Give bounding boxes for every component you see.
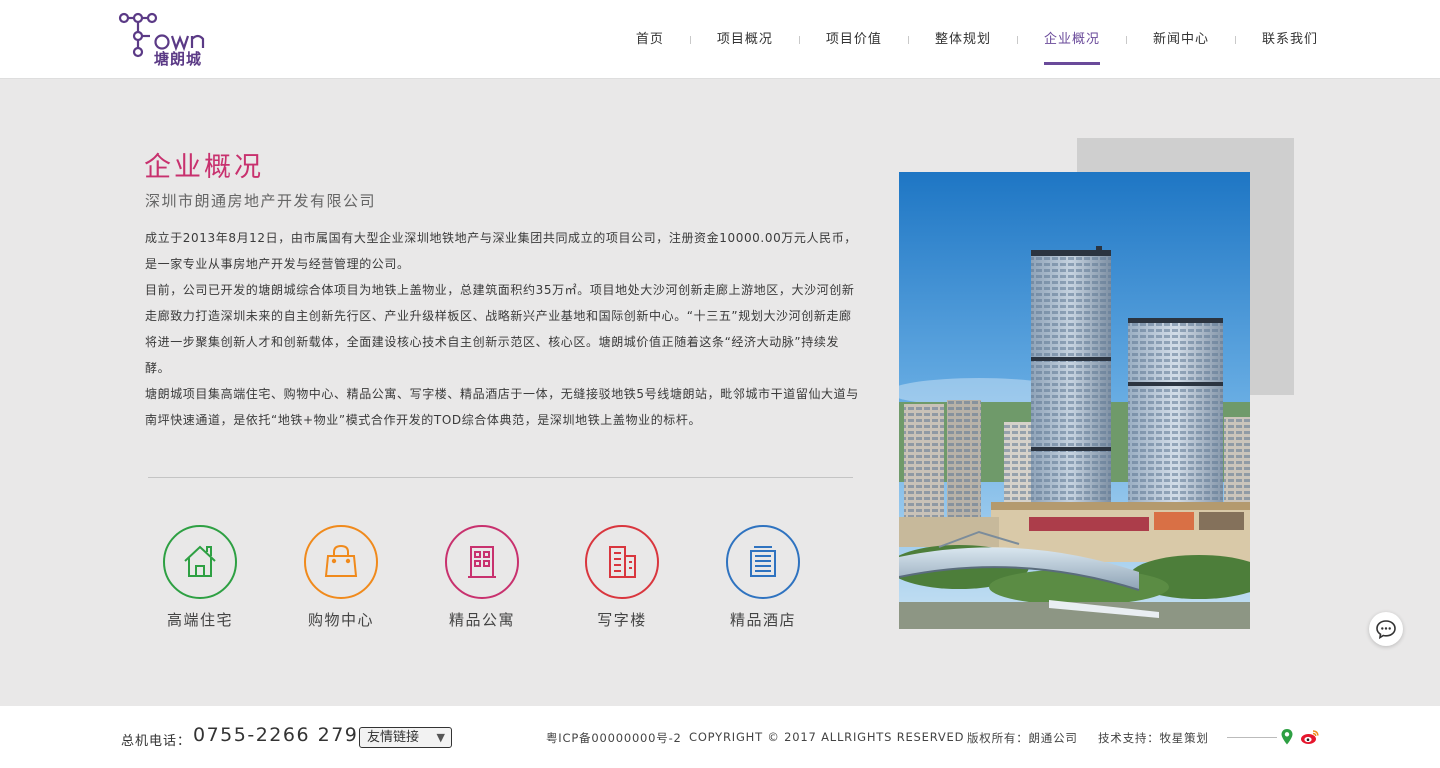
feature-luxury-residence[interactable]: 高端住宅 [163, 525, 237, 630]
nav-item-label: 整体规划 [934, 32, 991, 47]
footer-divider-line [1227, 737, 1277, 738]
office-building-icon [585, 525, 659, 599]
dropdown-label: 友情链接 [367, 730, 420, 745]
feature-office-building[interactable]: 写字楼 [585, 525, 659, 630]
friendly-links-dropdown[interactable]: 友情链接 ▼ [359, 727, 452, 748]
section-divider [148, 477, 853, 478]
feature-label: 写字楼 [597, 611, 647, 629]
house-icon [163, 525, 237, 599]
map-pin-icon[interactable] [1280, 728, 1298, 746]
nav-item-label: 项目概况 [716, 32, 773, 47]
caret-down-icon: ▼ [436, 731, 445, 744]
feature-list: 高端住宅 购物中心 精品公寓 写字楼 精品酒店 [163, 525, 863, 635]
feature-shopping-center[interactable]: 购物中心 [304, 525, 378, 630]
nav-item-master-plan[interactable]: 整体规划 [909, 0, 1017, 79]
site-header: 塘朗城 首页 项目概况 项目价值 整体规划 企业概况 新闻中心 联系我们 [0, 0, 1440, 79]
shopping-bag-icon [304, 525, 378, 599]
nav-item-project-overview[interactable]: 项目概况 [691, 0, 799, 79]
feature-label: 精品公寓 [448, 611, 515, 629]
feature-boutique-apartment[interactable]: 精品公寓 [445, 525, 519, 630]
nav-item-label: 首页 [635, 32, 664, 47]
feature-label: 高端住宅 [166, 611, 233, 629]
description-paragraph: 成立于2013年8月12日，由市属国有大型企业深圳地铁地产与深业集团共同成立的项… [145, 231, 857, 271]
nav-item-label: 企业概况 [1043, 32, 1100, 47]
rights-text: 版权所有：朗通公司 [967, 731, 1078, 745]
feature-boutique-hotel[interactable]: 精品酒店 [726, 525, 800, 630]
phone-label: 总机电话： [121, 734, 192, 749]
site-footer: 总机电话： 0755-2266 2799 友情链接 ▼ 粤ICP备0000000… [0, 706, 1440, 768]
main-nav: 首页 项目概况 项目价值 整体规划 企业概况 新闻中心 联系我们 [610, 0, 1322, 79]
nav-item-news-center[interactable]: 新闻中心 [1127, 0, 1235, 79]
icp-number: 粤ICP备00000000号-2 [546, 731, 682, 745]
company-name: 深圳市朗通房地产开发有限公司 [145, 192, 377, 210]
tech-support-text: 技术支持：牧星策划 [1098, 731, 1209, 745]
description-paragraph: 目前，公司已开发的塘朗城综合体项目为地铁上盖物业，总建筑面积约35万㎡。项目地处… [145, 283, 855, 375]
nav-item-company-profile[interactable]: 企业概况 [1018, 0, 1126, 79]
nav-item-contact-us[interactable]: 联系我们 [1236, 0, 1322, 79]
hotel-icon [726, 525, 800, 599]
project-rendering-image [899, 172, 1250, 629]
feature-label: 购物中心 [307, 611, 374, 629]
chat-bubble-icon [1376, 620, 1396, 640]
site-logo[interactable]: 塘朗城 [118, 12, 218, 68]
company-description: 成立于2013年8月12日，由市属国有大型企业深圳地铁地产与深业集团共同成立的项… [145, 225, 860, 433]
copyright-text: COPYRIGHT © 2017 ALLRIGHTS RESERVED [689, 730, 965, 744]
nav-item-label: 联系我们 [1261, 32, 1318, 47]
nav-item-label: 项目价值 [825, 32, 882, 47]
logo-text: 塘朗城 [154, 50, 203, 68]
phone-number: 0755-2266 2799 [193, 724, 372, 746]
nav-item-home[interactable]: 首页 [610, 0, 690, 79]
weibo-icon[interactable] [1300, 728, 1319, 746]
chat-button[interactable] [1369, 612, 1403, 646]
nav-item-label: 新闻中心 [1152, 32, 1209, 47]
page-title: 企业概况 [144, 152, 264, 183]
active-nav-underline [1043, 62, 1100, 65]
nav-item-project-value[interactable]: 项目价值 [800, 0, 908, 79]
feature-label: 精品酒店 [729, 611, 796, 629]
description-paragraph: 塘朗城项目集高端住宅、购物中心、精品公寓、写字楼、精品酒店于一体，无缝接驳地铁5… [145, 387, 859, 427]
apartment-icon [445, 525, 519, 599]
